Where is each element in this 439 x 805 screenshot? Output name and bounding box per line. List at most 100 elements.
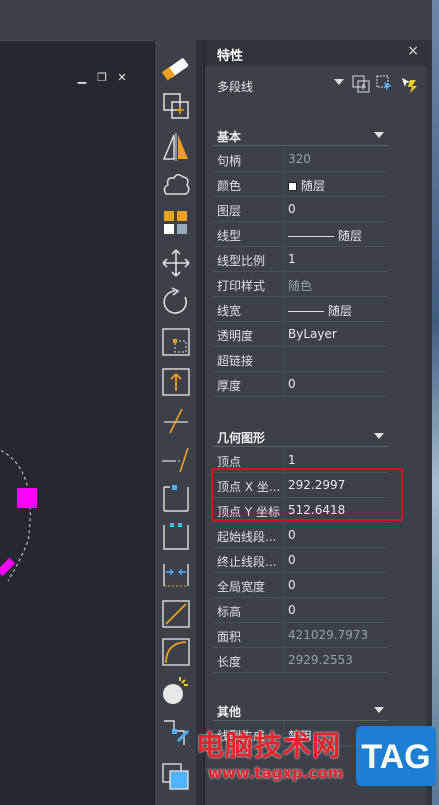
- property-value: 421029.7973: [288, 628, 369, 642]
- toggle-pickadd-icon[interactable]: [351, 74, 371, 94]
- chevron-down-icon: [334, 79, 344, 85]
- fillet-icon[interactable]: [160, 637, 192, 667]
- close-icon[interactable]: ✕: [116, 72, 128, 84]
- property-name: 全局宽度: [217, 580, 266, 594]
- section-basic[interactable]: 基本: [213, 124, 388, 146]
- property-name: 长度: [217, 655, 242, 669]
- property-value: 随层: [288, 177, 325, 194]
- property-value: ByLayer: [288, 327, 337, 341]
- property-row[interactable]: 长度 2929.2553: [213, 648, 388, 673]
- property-name: 句柄: [217, 154, 242, 168]
- property-row[interactable]: 线宽 随层: [213, 297, 388, 322]
- property-row[interactable]: 打印样式 随色: [213, 272, 388, 297]
- lineweight-preview: [288, 311, 324, 312]
- canvas-drawing: [0, 449, 37, 582]
- section-other[interactable]: 其他: [213, 699, 388, 721]
- explode-icon[interactable]: [160, 676, 192, 706]
- scale-icon[interactable]: [160, 327, 192, 357]
- property-name: 终止线段...: [217, 555, 277, 569]
- property-row[interactable]: 起始线段... 0: [213, 523, 388, 548]
- break-icon[interactable]: [160, 521, 192, 551]
- toolbar-scrollbar[interactable]: [196, 40, 204, 805]
- drawing-canvas[interactable]: [0, 40, 154, 805]
- close-icon[interactable]: ×: [407, 43, 419, 59]
- grip-arrow[interactable]: [0, 557, 16, 577]
- watermark-brand: 电脑技术网: [196, 729, 342, 762]
- window-controls: ▁ ❐ ✕: [76, 72, 136, 86]
- property-row[interactable]: 透明度 ByLayer: [213, 322, 388, 347]
- selection-tools: [351, 74, 421, 96]
- property-row[interactable]: 标高 0: [213, 598, 388, 623]
- dashed-arc: [0, 449, 31, 582]
- object-type-select[interactable]: 多段线: [213, 74, 346, 96]
- property-value: 320: [288, 152, 311, 166]
- stretch-icon[interactable]: [160, 367, 192, 397]
- property-value: 0: [288, 603, 296, 617]
- property-row[interactable]: 面积 421029.7973: [213, 623, 388, 648]
- edit-polyline-icon[interactable]: [160, 717, 192, 747]
- logo-text: TAG: [361, 738, 430, 776]
- linetype-preview: [288, 236, 334, 237]
- chevron-down-icon: [374, 132, 384, 138]
- property-name: 线型: [217, 229, 242, 243]
- tag-logo-icon: TAG: [356, 726, 436, 786]
- title-bar-strip: [0, 0, 154, 40]
- restore-icon[interactable]: ❐: [96, 72, 108, 84]
- grip-square[interactable]: [17, 488, 37, 508]
- section-other-title: 其他: [217, 705, 242, 719]
- object-type-value: 多段线: [217, 80, 254, 94]
- property-value: 0: [288, 202, 296, 216]
- break-at-point-icon[interactable]: [160, 483, 192, 513]
- chevron-down-icon: [374, 433, 384, 439]
- panel-header: 特性 ×: [205, 40, 427, 66]
- select-objects-icon[interactable]: [375, 74, 395, 94]
- basic-properties: 句柄 320 颜色 随层 图层 0 线型 随层 线型比例 1 打印样式 随色 线宽 随层 透明…: [213, 147, 388, 397]
- properties-panel: 特性 × 多段线 基本 句柄 320 颜色 随层 图层 0 线型 随层 线型比例 1 打印…: [204, 40, 427, 805]
- property-name: 标高: [217, 605, 242, 619]
- extend-icon[interactable]: [160, 445, 192, 475]
- color-value: 随层: [301, 179, 326, 193]
- property-row[interactable]: 线型 随层: [213, 222, 388, 247]
- watermark-url: www.tagxp.com: [208, 764, 344, 782]
- property-row[interactable]: 句柄 320: [213, 147, 388, 172]
- array-icon[interactable]: [160, 208, 192, 238]
- property-row[interactable]: 终止线段... 0: [213, 548, 388, 573]
- move-icon[interactable]: [160, 248, 192, 278]
- property-row[interactable]: 线型比例 1: [213, 247, 388, 272]
- rotate-icon[interactable]: [160, 287, 192, 317]
- property-value: 随层: [288, 302, 352, 319]
- linetype-value: 随层: [338, 229, 363, 243]
- minimize-icon[interactable]: ▁: [76, 72, 88, 84]
- chevron-down-icon: [374, 707, 384, 713]
- copy-icon[interactable]: [160, 92, 192, 122]
- property-name: 图层: [217, 204, 242, 218]
- top-area: [154, 0, 432, 40]
- property-row[interactable]: 厚度 0: [213, 372, 388, 397]
- property-row[interactable]: 全局宽度 0: [213, 573, 388, 598]
- chamfer-icon[interactable]: [160, 599, 192, 629]
- watermark: 电脑技术网 www.tagxp.com TAG: [196, 724, 439, 805]
- property-row[interactable]: 超链接: [213, 347, 388, 372]
- property-value: 1: [288, 453, 296, 467]
- section-basic-title: 基本: [217, 130, 242, 144]
- revcloud-icon[interactable]: [160, 170, 192, 200]
- property-row[interactable]: 图层 0: [213, 197, 388, 222]
- property-name: 线宽: [217, 304, 242, 318]
- property-value: 0: [288, 377, 296, 391]
- property-value: 随层: [288, 227, 362, 244]
- panel-title: 特性: [217, 49, 244, 64]
- coordinate-highlight-box: [211, 468, 403, 521]
- mirror-icon[interactable]: [160, 132, 192, 162]
- erase-icon[interactable]: [160, 54, 192, 84]
- trim-icon[interactable]: [160, 406, 192, 436]
- desktop-edge: [432, 0, 439, 805]
- property-name: 线型比例: [217, 254, 266, 268]
- property-value: 2929.2553: [288, 653, 353, 667]
- section-geometry[interactable]: 几何图形: [213, 425, 388, 447]
- property-value: 0: [288, 578, 296, 592]
- property-name: 厚度: [217, 379, 242, 393]
- property-row[interactable]: 颜色 随层: [213, 172, 388, 197]
- join-icon[interactable]: [160, 560, 192, 590]
- quick-select-icon[interactable]: [399, 74, 419, 94]
- draw-order-icon[interactable]: [160, 762, 192, 792]
